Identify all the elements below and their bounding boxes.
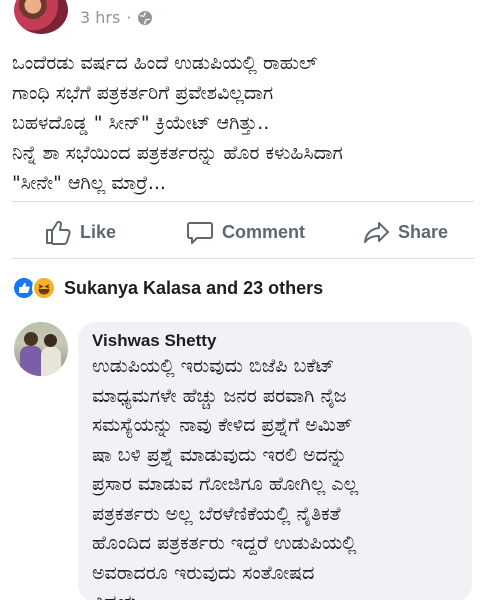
comment-label: Comment: [222, 221, 306, 242]
haha-icon: [32, 276, 56, 300]
thumbs-up-icon: [46, 220, 71, 245]
globe-icon[interactable]: [137, 10, 153, 26]
commenter-name[interactable]: Vishwas Shetty: [92, 330, 460, 352]
post-timestamp[interactable]: 3 hrs: [80, 8, 120, 27]
post-meta: 3 hrs ·: [80, 8, 153, 27]
commenter-avatar[interactable]: [14, 322, 68, 376]
reactions-summary[interactable]: Sukanya Kalasa and 23 others: [12, 276, 323, 300]
post-actions-bar: Like Comment Share: [0, 208, 486, 254]
share-arrow-icon: [364, 222, 389, 243]
like-button[interactable]: Like: [44, 218, 116, 246]
like-label: Like: [80, 221, 117, 242]
share-label: Share: [398, 221, 449, 242]
post-body-text: ಒಂದೆರಡು ವರ್ಷದ ಹಿಂದೆ ಉಡುಪಿಯಲ್ಲಿ ರಾಹುಲ್ ಗಾ…: [12, 52, 343, 194]
divider-top: [12, 201, 474, 202]
post-header: 3 hrs ·: [0, 0, 486, 36]
comment-bubble: Vishwas Shetty ಉಡುಪಿಯಲ್ಲಿ ಇರುವುದು ಬಿಜೆಪಿ…: [78, 322, 472, 600]
meta-separator: ·: [126, 8, 132, 27]
speech-bubble-icon: [187, 222, 213, 244]
reaction-icons: [12, 276, 58, 300]
reactions-count-text: Sukanya Kalasa and 23 others: [64, 277, 324, 298]
poster-avatar[interactable]: [14, 0, 68, 34]
share-button[interactable]: Share: [362, 218, 448, 246]
comment-text: ಉಡುಪಿಯಲ್ಲಿ ಇರುವುದು ಬಿಜೆಪಿ ಬಕೆಟ್ ಮಾಧ್ಯಮಗಳ…: [92, 355, 359, 600]
comment-button[interactable]: Comment: [186, 218, 305, 246]
divider-bottom: [12, 258, 474, 259]
